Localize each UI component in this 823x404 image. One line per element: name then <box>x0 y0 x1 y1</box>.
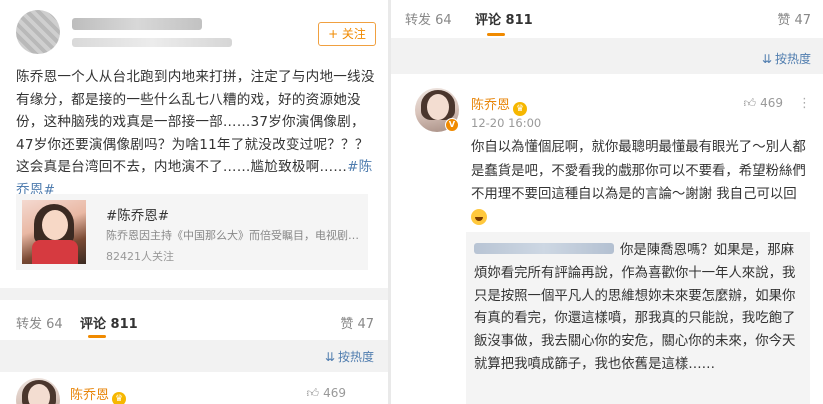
sort-label: 按热度 <box>774 52 811 66</box>
post-text: 陈乔恩一个人从台北跑到内地来打拼，注定了与内地一线没有缘分，都是接的一些什么乱七… <box>16 69 375 176</box>
topic-description: 陈乔恩因主持《中国那么大》而倍受瞩目，电视剧… <box>106 229 359 242</box>
follow-button[interactable]: + 关注 <box>318 22 376 46</box>
sort-band <box>391 38 823 74</box>
topic-title: #陈乔恩# <box>106 208 170 224</box>
sort-label: 按热度 <box>337 350 374 364</box>
vip-badge-icon: ♛ <box>112 392 127 404</box>
more-options-icon[interactable]: ⋮ <box>798 96 811 111</box>
active-tab-indicator <box>88 335 106 338</box>
sort-icon: ⇊ <box>324 350 335 364</box>
sort-by-heat[interactable]: ⇊ 按热度 <box>762 50 811 67</box>
comment-tabs: 转发 64 评论 811 赞 47 <box>405 9 811 29</box>
left-post-screenshot: + 关注 陈乔恩一个人从台北跑到内地来打拼，注定了与内地一线没有缘分，都是接的一… <box>0 0 388 404</box>
post-tabs: 转发 64 评论 811 赞 47 <box>16 313 374 333</box>
post-meta-blurred <box>72 38 232 47</box>
reply-body: 你是陳喬恩嗎？如果是，那麻煩妳看完所有評論再說，作為喜歡你十一年人來說，我只是按… <box>474 240 804 377</box>
commenter-name[interactable]: 陈乔恩 ♛ <box>471 94 528 116</box>
topic-image <box>22 200 86 264</box>
preview-comment-like[interactable]: 👍︎ 469 <box>307 386 346 401</box>
sort-icon: ⇊ <box>761 52 772 66</box>
vip-badge-icon: ♛ <box>513 102 528 116</box>
tab-comments[interactable]: 评论 811 <box>475 9 533 28</box>
tab-comments[interactable]: 评论 811 <box>80 313 138 332</box>
right-comment-screenshot: 转发 64 评论 811 赞 47 ⇊ 按热度 V 陈乔恩 ♛ 👍︎ 469 ⋮ 12… <box>391 0 823 404</box>
active-tab-indicator <box>487 33 505 36</box>
laughing-emoji-icon <box>471 208 487 225</box>
comment-text: 你自以為懂個屁啊，就你最聰明最懂最有眼光了～別人都是蠢貨是吧，不愛看我的戲那你可… <box>471 140 806 202</box>
topic-followers: 82421人关注 <box>106 250 174 263</box>
topic-card[interactable]: #陈乔恩# 陈乔恩因主持《中国那么大》而倍受瞩目，电视剧… 82421人关注 <box>16 194 368 270</box>
tab-repost[interactable]: 转发 64 <box>16 313 63 332</box>
reply-text: 你是陳喬恩嗎？如果是，那麻煩妳看完所有評論再說，作為喜歡你十一年人來說，我只是按… <box>474 243 796 372</box>
section-divider <box>0 288 388 300</box>
tab-repost[interactable]: 转发 64 <box>405 9 452 28</box>
author-avatar-blurred[interactable] <box>16 10 60 54</box>
comment-body: 你自以為懂個屁啊，就你最聰明最懂最有眼光了～別人都是蠢貨是吧，不愛看我的戲那你可… <box>471 136 813 230</box>
post-body: 陈乔恩一个人从台北跑到内地来打拼，注定了与内地一线没有缘分，都是接的一些什么乱七… <box>16 66 378 202</box>
preview-commenter-name[interactable]: 陈乔恩 ♛ <box>70 384 127 404</box>
author-name-blurred <box>72 18 202 30</box>
sort-by-heat[interactable]: ⇊ 按热度 <box>325 348 374 365</box>
comment-time: 12-20 16:00 <box>471 116 542 130</box>
thumbs-up-icon: 👍︎ <box>306 386 320 400</box>
replier-name-blurred[interactable] <box>474 243 614 254</box>
reply-thread[interactable]: 你是陳喬恩嗎？如果是，那麻煩妳看完所有評論再說，作為喜歡你十一年人來說，我只是按… <box>466 232 810 404</box>
tab-likes[interactable]: 赞 47 <box>777 9 811 28</box>
preview-commenter-avatar[interactable] <box>16 378 60 404</box>
verified-icon: V <box>445 118 459 132</box>
tab-likes[interactable]: 赞 47 <box>340 313 374 332</box>
thumbs-up-icon: 👍︎ <box>743 96 757 110</box>
comment-like-button[interactable]: 👍︎ 469 <box>744 96 783 111</box>
post-header: + 关注 <box>16 10 376 56</box>
